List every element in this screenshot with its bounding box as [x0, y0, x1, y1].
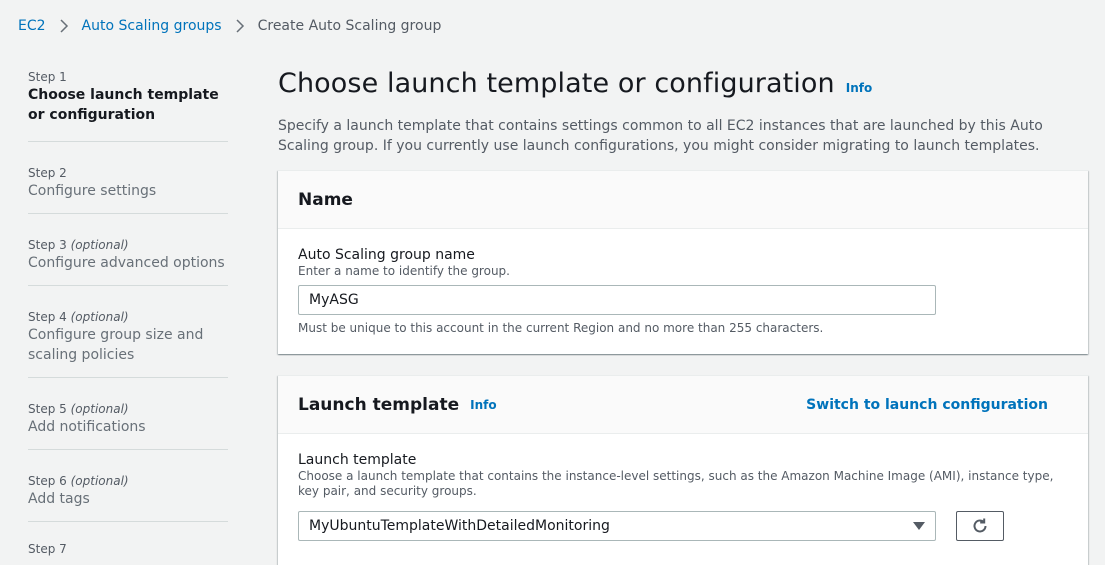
page-header: Choose launch template or configuration …	[278, 66, 1088, 102]
panel-title: Launch template	[298, 394, 460, 415]
launch-template-description: Choose a launch template that contains t…	[298, 469, 1054, 498]
step-number: Step 6 (optional)	[28, 474, 129, 488]
panel-header: Name	[278, 171, 1088, 229]
asg-name-constraint: Must be unique to this account in the cu…	[298, 321, 824, 335]
wizard-step-3[interactable]: Step 3 (optional) Configure advanced opt…	[28, 214, 228, 286]
breadcrumb-auto-scaling-groups-link[interactable]: Auto Scaling groups	[82, 18, 222, 34]
page-description: Specify a launch template that contains …	[278, 118, 1043, 154]
wizard-step-2[interactable]: Step 2 Configure settings	[28, 142, 228, 214]
wizard-nav: Step 1 Choose launch template or configu…	[28, 66, 228, 557]
step-number: Step 3 (optional)	[28, 238, 129, 252]
step-title[interactable]: Add tags	[28, 489, 228, 509]
step-title[interactable]: Configure advanced options	[28, 253, 228, 273]
refresh-button[interactable]	[956, 511, 1004, 541]
page-info-link[interactable]: Info	[846, 81, 872, 95]
wizard-step-1: Step 1 Choose launch template or configu…	[28, 66, 228, 142]
wizard-step-4[interactable]: Step 4 (optional) Configure group size a…	[28, 286, 228, 378]
step-number: Step 1	[28, 70, 67, 84]
step-title[interactable]: Configure settings	[28, 181, 228, 201]
panel-body: Auto Scaling group name Enter a name to …	[278, 229, 1088, 354]
optional-tag: (optional)	[70, 238, 129, 252]
optional-tag: (optional)	[70, 402, 129, 416]
refresh-icon	[971, 517, 989, 535]
launch-template-select-row: MyUbuntuTemplateWithDetailedMonitoring	[298, 511, 1068, 541]
launch-template-label: Launch template	[298, 452, 417, 468]
asg-name-description: Enter a name to identify the group.	[298, 264, 510, 278]
panel-title: Name	[298, 189, 353, 210]
step-number: Step 5 (optional)	[28, 402, 129, 416]
launch-template-panel: Launch template Info Switch to launch co…	[278, 375, 1088, 565]
name-panel: Name Auto Scaling group name Enter a nam…	[278, 170, 1088, 354]
step-number: Step 2	[28, 166, 67, 180]
optional-tag: (optional)	[70, 474, 129, 488]
breadcrumb: EC2 Auto Scaling groups Create Auto Scal…	[18, 16, 441, 36]
breadcrumb-ec2-link[interactable]: EC2	[18, 18, 46, 34]
asg-name-input[interactable]	[298, 285, 936, 315]
step-title[interactable]: Add notifications	[28, 417, 228, 437]
chevron-right-icon	[222, 19, 258, 33]
breadcrumb-current: Create Auto Scaling group	[257, 18, 442, 34]
chevron-right-icon	[46, 19, 82, 33]
caret-down-icon	[913, 522, 925, 530]
step-number: Step 4 (optional)	[28, 310, 129, 324]
asg-name-label: Auto Scaling group name	[298, 247, 475, 263]
panel-header: Launch template Info Switch to launch co…	[278, 376, 1088, 434]
step-number: Step 7	[28, 542, 67, 556]
wizard-step-5[interactable]: Step 5 (optional) Add notifications	[28, 378, 228, 450]
panel-body: Launch template Choose a launch template…	[278, 434, 1088, 559]
step-title[interactable]: Configure group size and scaling policie…	[28, 325, 228, 365]
wizard-step-6[interactable]: Step 6 (optional) Add tags	[28, 450, 228, 522]
main-content: Choose launch template or configuration …	[278, 66, 1088, 565]
step-title: Choose launch template or configuration	[28, 87, 219, 123]
launch-template-select[interactable]: MyUbuntuTemplateWithDetailedMonitoring	[298, 511, 936, 541]
switch-to-launch-configuration-link[interactable]: Switch to launch configuration	[806, 397, 1048, 413]
selected-launch-template: MyUbuntuTemplateWithDetailedMonitoring	[309, 518, 610, 534]
wizard-step-7[interactable]: Step 7	[28, 522, 228, 557]
page-title: Choose launch template or configuration	[278, 68, 835, 99]
launch-template-info-link[interactable]: Info	[470, 398, 496, 412]
optional-tag: (optional)	[70, 310, 129, 324]
